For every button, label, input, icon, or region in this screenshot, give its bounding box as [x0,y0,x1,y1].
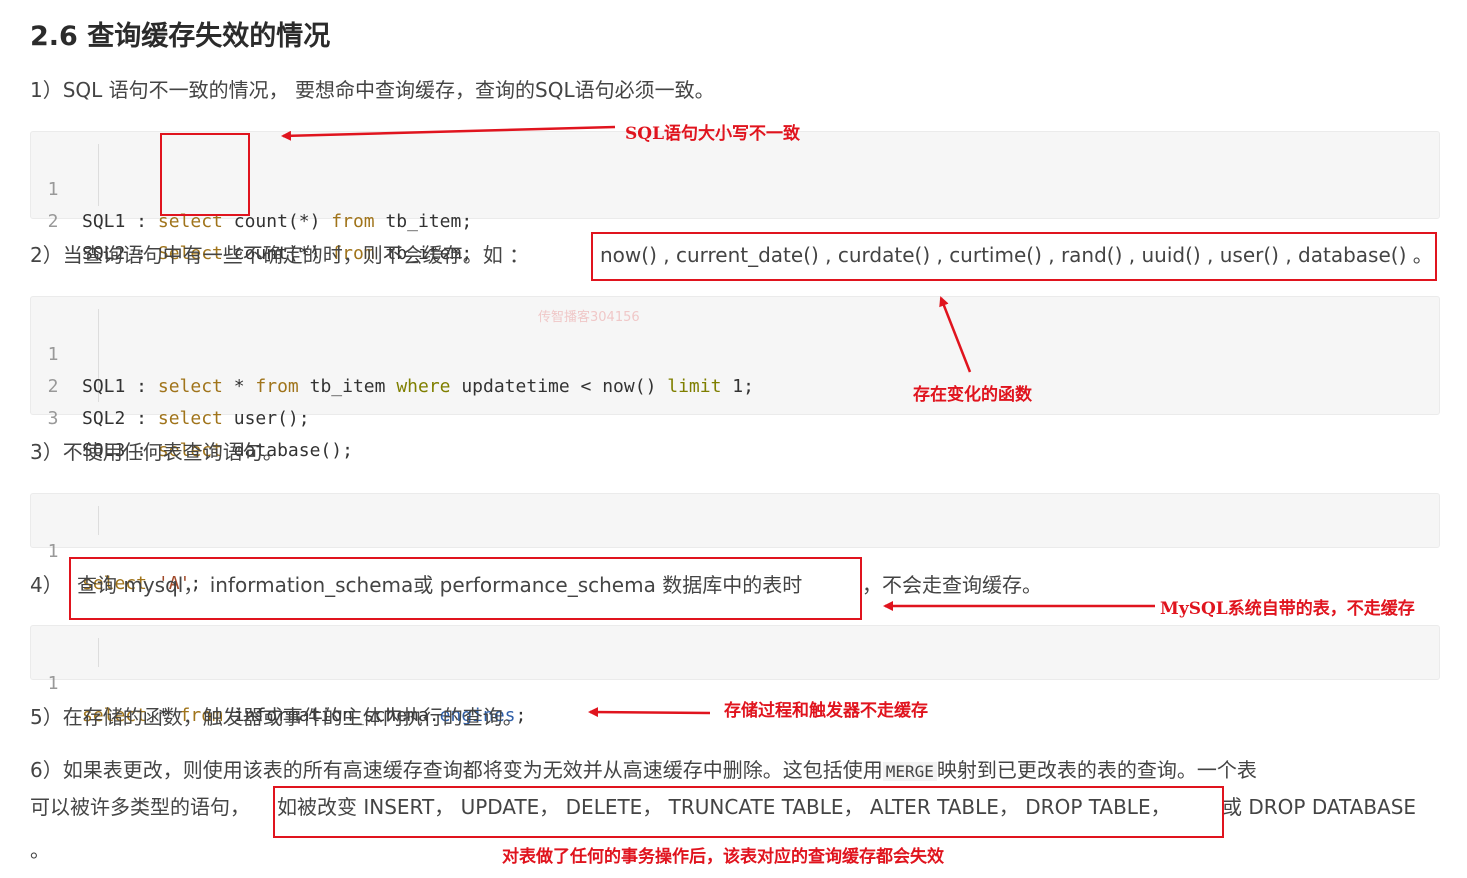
arrow-functions [939,296,972,373]
arrow-stored-procedures [588,707,711,718]
annotation-arrows [281,125,1155,718]
arrow-case-mismatch [281,125,616,141]
